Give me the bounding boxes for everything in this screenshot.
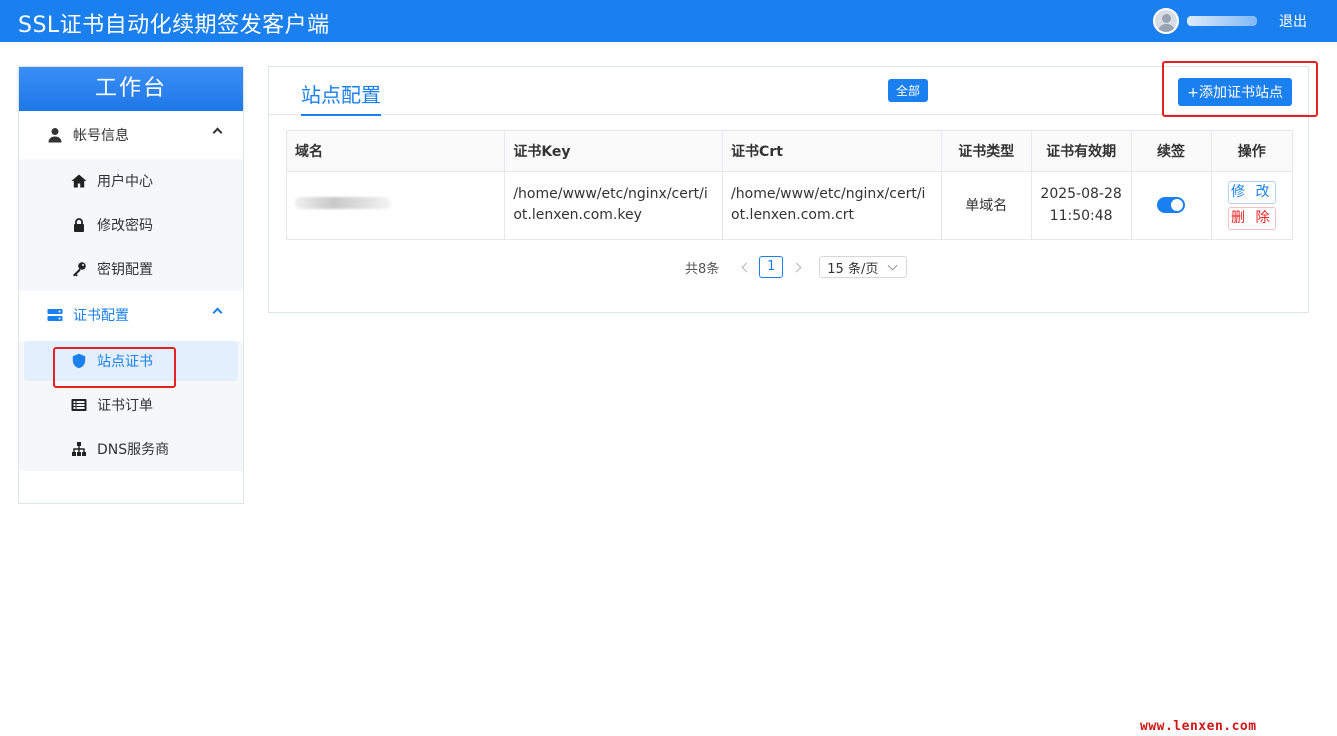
cert-site-table: 域名 证书Key 证书Crt 证书类型 证书有效期 续签 操作 /home/ww… [286, 130, 1293, 240]
domain-redacted [295, 197, 391, 210]
pagination: 共8条 1 15 条/页 [685, 256, 908, 278]
user-name-redacted [1187, 16, 1257, 26]
top-bar: SSL证书自动化续期签发客户端 退出 [0, 0, 1337, 42]
tab-site-config[interactable]: 站点配置 [301, 79, 381, 116]
add-cert-site-button[interactable]: +添加证书站点 [1178, 78, 1292, 106]
sidebar-title: 工作台 [19, 67, 243, 111]
server-icon [47, 307, 63, 323]
sidebar-item-label: 证书订单 [97, 398, 153, 414]
home-icon [71, 173, 87, 189]
cell-domain [287, 171, 506, 239]
cert-submenu: 站点证书 证书订单 DNS服务商 [19, 341, 243, 471]
column-header-actions: 操作 [1211, 131, 1292, 172]
menu-group-account[interactable]: 帐号信息 [19, 111, 243, 159]
sidebar-item-change-password[interactable]: 修改密码 [19, 203, 243, 247]
watermark: www.lenxen.com [1140, 719, 1257, 734]
auto-renew-toggle[interactable] [1157, 197, 1186, 214]
sidebar-item-user-center[interactable]: 用户中心 [19, 159, 243, 203]
column-header-cert-key: 证书Key [504, 131, 724, 172]
menu-group-account-label: 帐号信息 [73, 128, 129, 144]
panel-header: 站点配置 全部 +添加证书站点 [269, 67, 1308, 116]
user-area: 退出 [1153, 8, 1307, 34]
column-header-expiry: 证书有效期 [1031, 131, 1132, 172]
sidebar-item-label: 密钥配置 [97, 262, 153, 278]
sidebar-item-dns-provider[interactable]: DNS服务商 [19, 427, 243, 471]
chevron-right-icon[interactable] [791, 262, 801, 272]
list-icon [71, 397, 87, 413]
logout-link[interactable]: 退出 [1279, 11, 1307, 31]
delete-button[interactable]: 删 除 [1227, 206, 1276, 230]
filter-all-badge[interactable]: 全部 [888, 79, 929, 102]
menu-group-cert-config[interactable]: 证书配置 [19, 291, 243, 339]
chevron-up-icon [212, 307, 223, 318]
menu-group-cert-config-label: 证书配置 [73, 308, 129, 324]
sidebar-item-label: DNS服务商 [97, 442, 170, 458]
sidebar-item-site-cert[interactable]: 站点证书 [24, 341, 238, 381]
expiry-date: 2025-08-28 [1040, 186, 1122, 203]
cell-actions: 修 改 删 除 [1211, 171, 1292, 239]
cell-cert-crt: /home/www/etc/nginx/cert/iot.lenxen.com.… [722, 171, 942, 239]
column-header-renew: 续签 [1131, 131, 1212, 172]
shield-icon [71, 353, 87, 369]
sidebar: 工作台 帐号信息 用户中心 修改密码 密钥配置 证书配置 站点证书 证书订单 D… [18, 66, 244, 504]
sidebar-item-key-config[interactable]: 密钥配置 [19, 247, 243, 291]
sidebar-item-cert-orders[interactable]: 证书订单 [19, 383, 243, 427]
sidebar-item-label: 修改密码 [97, 218, 153, 234]
cell-expiry: 2025-08-28 11:50:48 [1031, 171, 1132, 239]
column-header-domain: 域名 [287, 131, 506, 172]
user-icon [47, 127, 63, 143]
page-size-select[interactable]: 15 条/页 [819, 256, 908, 278]
key-icon [71, 261, 87, 277]
site-config-panel: 站点配置 全部 +添加证书站点 域名 证书Key 证书Crt 证书类型 证书有效… [268, 66, 1309, 313]
cell-cert-key: /home/www/etc/nginx/cert/iot.lenxen.com.… [504, 171, 724, 239]
sidebar-item-label: 站点证书 [97, 354, 153, 370]
chevron-up-icon [212, 127, 223, 138]
cell-cert-type: 单域名 [941, 171, 1032, 239]
table-row: /home/www/etc/nginx/cert/iot.lenxen.com.… [287, 171, 1292, 239]
edit-button[interactable]: 修 改 [1227, 180, 1276, 204]
chevron-left-icon[interactable] [741, 262, 751, 272]
column-header-cert-crt: 证书Crt [722, 131, 942, 172]
cell-renew [1131, 171, 1212, 239]
table-header-row: 域名 证书Key 证书Crt 证书类型 证书有效期 续签 操作 [287, 131, 1292, 172]
column-header-cert-type: 证书类型 [941, 131, 1032, 172]
pagination-page-1[interactable]: 1 [759, 256, 784, 278]
expiry-time: 11:50:48 [1049, 208, 1113, 225]
app-title: SSL证书自动化续期签发客户端 [18, 13, 330, 38]
sidebar-item-label: 用户中心 [97, 174, 153, 190]
sitemap-icon [71, 441, 87, 457]
pagination-total: 共8条 [685, 261, 720, 277]
avatar[interactable] [1153, 8, 1179, 34]
lock-icon [71, 217, 87, 233]
account-submenu: 用户中心 修改密码 密钥配置 [19, 159, 243, 291]
